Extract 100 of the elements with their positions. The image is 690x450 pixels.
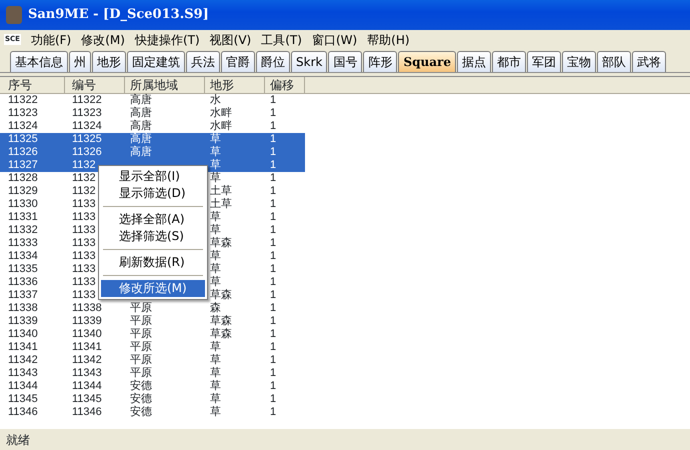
table-cell: 11322 (8, 94, 38, 106)
tab[interactable]: 国号 (328, 51, 362, 72)
table-cell: 1 (270, 94, 276, 106)
table-cell: 11344 (8, 380, 38, 392)
tab[interactable]: 都市 (492, 51, 526, 72)
table-cell: 1 (270, 354, 276, 366)
table-cell: 土草 (210, 198, 232, 210)
column-header[interactable]: 编号 (65, 77, 125, 93)
tab[interactable]: Skrk (291, 51, 328, 72)
table-cell: 11342 (72, 354, 102, 366)
table-cell: 11325 (8, 133, 38, 145)
menu-item[interactable]: 修改(M) (77, 30, 131, 48)
table-cell: 草 (210, 341, 221, 353)
menu-item[interactable]: 帮助(H) (363, 30, 416, 48)
table-cell: 草 (210, 146, 221, 158)
table-cell: 1 (270, 250, 276, 262)
tab[interactable]: Square (398, 51, 456, 72)
table-cell: 1 (270, 263, 276, 275)
table-cell: 11337 (8, 289, 38, 301)
menu-item[interactable]: 选择筛选(S) (101, 228, 205, 245)
table-cell: 水畔 (210, 107, 232, 119)
table-cell: 11342 (8, 354, 38, 366)
table-cell: 1 (270, 185, 276, 197)
table-cell: 11334 (8, 250, 38, 262)
menu-item[interactable]: 显示全部(I) (101, 168, 205, 185)
table-cell: 1 (270, 380, 276, 392)
menu-item[interactable]: 刷新数据(R) (101, 254, 205, 271)
table-cell: 11344 (72, 380, 102, 392)
table-cell: 1133 (72, 276, 96, 288)
tab[interactable]: 宝物 (562, 51, 596, 72)
table-cell: 1133 (72, 211, 96, 223)
table-cell: 高唐 (130, 107, 152, 119)
table-cell: 11328 (8, 172, 38, 184)
tab[interactable]: 地形 (92, 51, 126, 72)
menu-item[interactable]: 功能(F) (26, 30, 78, 48)
table-cell: 草 (210, 406, 221, 418)
tab[interactable]: 兵法 (186, 51, 220, 72)
table-cell: 1 (270, 367, 276, 379)
menu-item[interactable]: 视图(V) (206, 30, 258, 48)
tab[interactable]: 州 (69, 51, 91, 72)
table-cell: 草森 (210, 237, 232, 249)
table-cell: 草森 (210, 328, 232, 340)
table-cell: 平原 (130, 354, 152, 366)
table-cell: 草 (210, 133, 221, 145)
tab[interactable]: 固定建筑 (127, 51, 185, 72)
tab[interactable]: 阵形 (363, 51, 398, 72)
menu-item[interactable]: 修改所选(M) (101, 280, 205, 297)
table-cell: 11330 (8, 198, 38, 210)
window-title: San9ME - [D_Sce013.S9] (28, 6, 209, 24)
table-cell: 1133 (72, 289, 96, 301)
tab[interactable]: 官爵 (221, 51, 255, 72)
table-cell: 水畔 (210, 120, 232, 132)
table-cell: 1 (270, 393, 276, 405)
table-cell: 1 (270, 328, 276, 340)
table-cell: 草 (210, 354, 221, 366)
column-header[interactable]: 序号 (0, 77, 65, 93)
tab[interactable]: 武将 (632, 51, 666, 72)
menu-item[interactable]: 选择全部(A) (101, 211, 205, 228)
table-cell: 1 (270, 198, 276, 210)
table-cell: 11338 (72, 302, 102, 314)
table-cell: 草 (210, 263, 221, 275)
column-header[interactable]: 偏移 (265, 77, 305, 93)
table-cell: 土草 (210, 185, 232, 197)
table-cell: 11341 (72, 341, 102, 353)
menu-item[interactable]: 快捷操作(T) (130, 30, 206, 48)
table-cell: 11345 (72, 393, 102, 405)
menu-item[interactable]: 显示筛选(D) (101, 185, 205, 202)
table-cell: 11341 (8, 341, 38, 353)
table-cell: 平原 (130, 341, 152, 353)
table-cell: 1 (270, 133, 276, 145)
menu-item[interactable]: 窗口(W) (308, 30, 364, 48)
tab[interactable]: 基本信息 (10, 51, 68, 72)
tab[interactable]: 军团 (526, 51, 561, 72)
table-cell: 草森 (210, 289, 232, 301)
table-cell: 1133 (72, 263, 96, 275)
table-cell: 1 (270, 146, 276, 158)
table-cell: 11346 (8, 406, 38, 418)
table-cell: 草 (210, 250, 221, 262)
table-cell: 1132 (72, 172, 96, 184)
table-cell: 1133 (72, 224, 96, 236)
menu-item[interactable]: 工具(T) (257, 30, 308, 48)
table-cell: 1 (270, 302, 276, 314)
tab[interactable]: 爵位 (256, 51, 290, 72)
table-cell: 1 (270, 172, 276, 184)
table-cell: 11329 (8, 185, 38, 197)
table-cell: 草 (210, 393, 221, 405)
table-cell: 11331 (8, 211, 38, 223)
table-cell: 11324 (8, 120, 38, 132)
table-cell: 森 (210, 302, 221, 314)
table-cell: 平原 (130, 367, 152, 379)
table-cell: 1133 (72, 237, 96, 249)
table-cell: 11339 (72, 315, 102, 327)
table-cell: 1 (270, 341, 276, 353)
tab[interactable]: 部队 (596, 51, 631, 72)
column-header[interactable]: 地形 (205, 77, 265, 93)
table-cell: 11346 (72, 406, 102, 418)
column-header[interactable]: 所属地域 (125, 77, 205, 93)
table-cell: 11332 (8, 224, 38, 236)
table-cell: 11343 (8, 367, 38, 379)
tab[interactable]: 据点 (456, 51, 491, 72)
